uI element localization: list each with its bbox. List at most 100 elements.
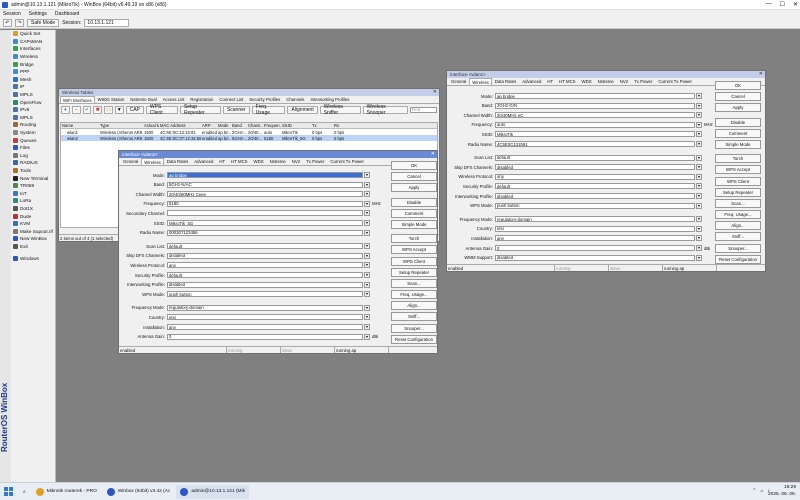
torch-button[interactable]: Torch (715, 154, 761, 164)
tab-data-rates[interactable]: Data Rates (492, 78, 520, 85)
mode-field[interactable]: ap bridge (167, 172, 363, 178)
dropdown-arrow-icon[interactable]: ▼ (696, 131, 702, 138)
dropdown-arrow-icon[interactable]: ▼ (364, 262, 370, 269)
tab-nv2[interactable]: NV2 (617, 78, 631, 85)
interworking-profile-field[interactable]: disabled (167, 281, 363, 288)
align-button[interactable]: Align... (391, 301, 437, 311)
wps-accept-button[interactable]: WPS Accept (391, 245, 437, 255)
dropdown-arrow-icon[interactable]: ▼ (696, 225, 702, 232)
setup-repeater-button[interactable]: Setup Repeater (391, 267, 437, 277)
dropdown-arrow-icon[interactable]: ▼ (364, 291, 370, 298)
tab-tx-power[interactable]: Tx Power (303, 158, 327, 165)
dropdown-arrow-icon[interactable]: ▼ (696, 164, 702, 171)
redo-button[interactable]: ↷ (15, 19, 24, 27)
tab-ht[interactable]: HT (216, 158, 228, 165)
wireless-sniffer-button[interactable]: Wireless Sniffer (319, 104, 361, 116)
radio-name-field[interactable]: 4C5E0C131591 (495, 141, 695, 147)
tab-nstreme[interactable]: Nstreme (267, 158, 289, 165)
dropdown-arrow-icon[interactable]: ▼ (696, 93, 702, 99)
taskbar-item-admin-10-13-1-121-mik[interactable]: admin@10.13.1.121 (Mik (176, 484, 250, 499)
frequency-field[interactable]: 5180 (167, 200, 363, 207)
sniff-button[interactable]: Sniff... (715, 232, 761, 242)
snooper-button[interactable]: Snooper... (391, 323, 437, 333)
disable-icon[interactable]: ✖ (93, 105, 103, 114)
dropdown-arrow-icon[interactable]: ▼ (696, 112, 702, 119)
column-header[interactable]: Actual MTU (143, 123, 159, 128)
dropdown-arrow-icon[interactable]: ▼ (364, 304, 370, 311)
sidebar-item-ppp[interactable]: PPP (11, 68, 56, 76)
dropdown-arrow-icon[interactable]: ▼ (364, 272, 370, 278)
ssid-field[interactable]: MikroTik_5G (167, 220, 363, 226)
search-button[interactable]: ⌕ (19, 485, 30, 499)
dropdown-arrow-icon[interactable]: ▼ (364, 191, 370, 198)
tab-general[interactable]: General (120, 158, 141, 165)
sidebar-item-capsman[interactable]: CAPsMAN (11, 38, 56, 46)
dropdown-arrow-icon[interactable]: ▼ (696, 154, 702, 161)
sidebar-item-mesh[interactable]: Mesh (11, 76, 56, 84)
wps-mode-field[interactable]: push button (495, 202, 695, 209)
ok-button[interactable]: OK (391, 161, 437, 170)
apply-button[interactable]: Apply (715, 103, 761, 113)
sidebar-item-ip[interactable]: IP (11, 83, 56, 91)
setup-repeater-button[interactable]: Setup Repeater (715, 187, 761, 197)
wireless-snooper-button[interactable]: Wireless Snooper (362, 104, 408, 116)
dropdown-arrow-icon[interactable]: ▼ (364, 229, 370, 236)
band-field[interactable]: 5GHz-N/AC (167, 181, 363, 188)
sidebar-item-wireless[interactable]: Wireless (11, 53, 56, 61)
sidebar-item-mpls[interactable]: MPLS (11, 91, 56, 99)
column-header[interactable]: ARP (201, 123, 217, 128)
dropdown-arrow-icon[interactable]: ▼ (364, 252, 370, 259)
sidebar-item-bridge[interactable]: Bridge (11, 60, 56, 68)
close-button[interactable]: ✕ (793, 1, 798, 8)
sidebar-item-interfaces[interactable]: Interfaces (11, 45, 56, 53)
dropdown-arrow-icon[interactable]: ▼ (364, 333, 370, 340)
tab-advanced[interactable]: Advanced (519, 78, 544, 85)
scan-button[interactable]: Scan... (391, 278, 437, 288)
undo-button[interactable]: ↶ (3, 19, 12, 27)
scan-button[interactable]: Scan... (715, 198, 761, 208)
sidebar-item-routing[interactable]: Routing (11, 121, 56, 129)
wlan2-titlebar[interactable]: Interface <wlan2> ✕ (119, 151, 437, 158)
tab-wireless[interactable]: Wireless (469, 78, 492, 85)
tab-ht-mcs[interactable]: HT MCS (228, 158, 250, 165)
tab-nv2[interactable]: NV2 (289, 158, 303, 165)
sidebar-item-files[interactable]: Files (11, 144, 56, 152)
align-button[interactable]: Align... (715, 221, 761, 231)
installation-field[interactable]: any (495, 235, 695, 242)
antenna-gain-field[interactable]: 0 (495, 245, 695, 251)
sniff-button[interactable]: Sniff... (391, 312, 437, 322)
ok-button[interactable]: OK (715, 81, 761, 90)
wps-mode-field[interactable]: push button (167, 291, 363, 298)
sidebar-item-ipv6[interactable]: IPv6 (11, 106, 56, 114)
freq-usage-button[interactable]: Freq. Usage (251, 104, 286, 116)
taskbar-item-mikrotik-routerek-pro[interactable]: Mikrotik routerek - PRO (32, 485, 101, 499)
close-icon[interactable]: ✕ (431, 151, 435, 157)
dropdown-arrow-icon[interactable]: ▼ (364, 200, 370, 207)
menu-session[interactable]: Session (3, 11, 21, 17)
dropdown-arrow-icon[interactable]: ▼ (696, 216, 702, 223)
table-row[interactable]: wlan2 Wireless (Atheros AR9... 1500 4C:5E:0… (61, 135, 437, 141)
column-header[interactable]: Type (99, 123, 143, 128)
sidebar-item-lora[interactable]: LoRa (11, 197, 56, 205)
sidebar-item-radius[interactable]: RADIUS (11, 159, 56, 167)
dropdown-arrow-icon[interactable]: ▼ (696, 254, 702, 261)
tab-ht[interactable]: HT (544, 78, 556, 85)
dropdown-arrow-icon[interactable]: ▼ (696, 141, 702, 147)
wps-accept-button[interactable]: WPS Accept (715, 165, 761, 175)
tab-wireless[interactable]: Wireless (141, 158, 164, 165)
antenna-gain-field[interactable]: 0 (167, 333, 363, 340)
security-profile-field[interactable]: default (167, 272, 363, 278)
alignment-button[interactable]: Alignment (287, 105, 318, 114)
dropdown-arrow-icon[interactable]: ▼ (364, 243, 370, 250)
dropdown-arrow-icon[interactable]: ▼ (364, 314, 370, 321)
country-field[interactable]: etsi (495, 225, 695, 232)
filter-icon[interactable]: ▼ (114, 105, 124, 114)
tab-channels[interactable]: Channels (283, 96, 307, 103)
tab-general[interactable]: General (448, 78, 469, 85)
sidebar-item-make-supout-rif[interactable]: Make Supout.rif (11, 227, 56, 235)
comment-icon[interactable]: ▭ (104, 105, 113, 114)
tab-connect-list[interactable]: Connect List (216, 96, 246, 103)
wireless-protocol-field[interactable]: any (495, 173, 695, 180)
dropdown-arrow-icon[interactable]: ▼ (364, 281, 370, 288)
column-header[interactable]: Band (231, 123, 247, 128)
